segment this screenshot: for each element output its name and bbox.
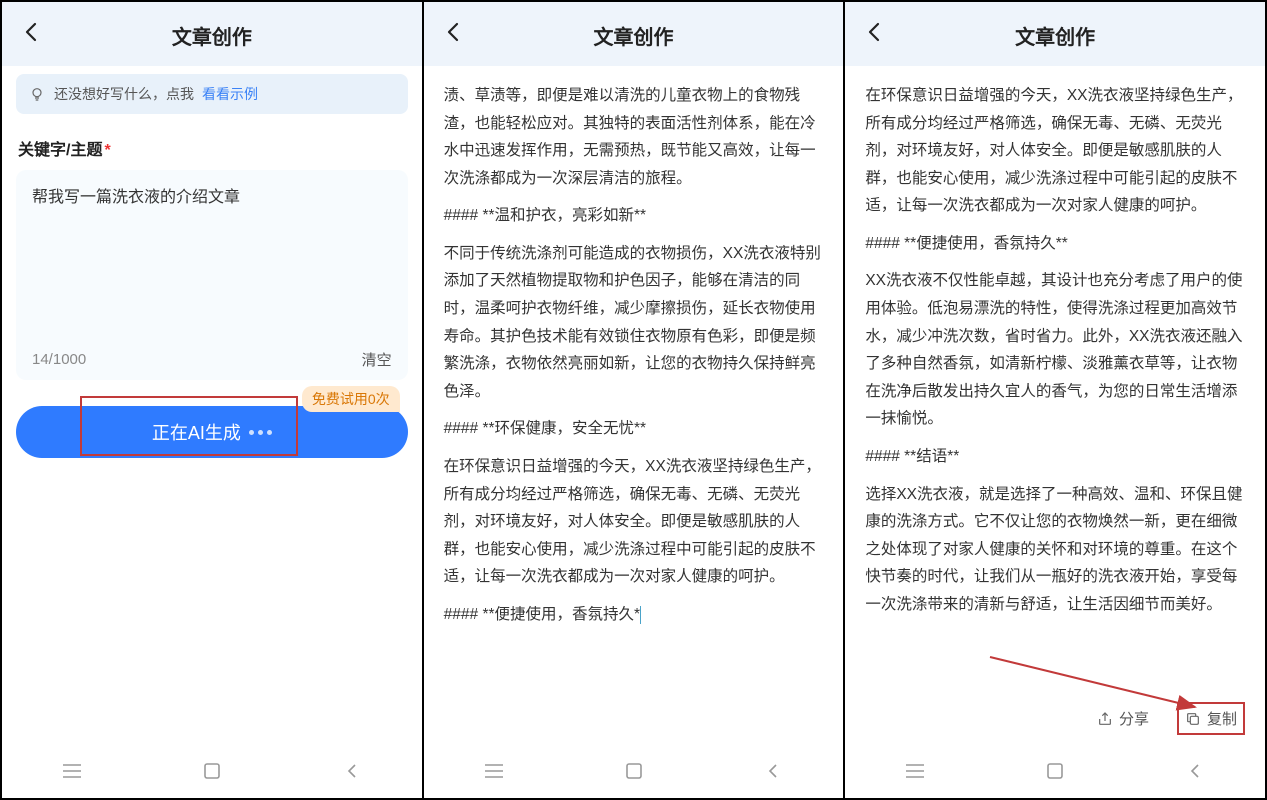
article-output[interactable]: 在环保意识日益增强的今天，XX洗衣液坚持绿色生产，所有成分均经过严格筛选，确保无… [845,66,1265,694]
chevron-left-icon [24,22,38,42]
app-header: 文章创作 [424,2,844,66]
screen-result: 文章创作 在环保意识日益增强的今天，XX洗衣液坚持绿色生产，所有成分均经过严格筛… [845,2,1265,798]
field-label: 关键字/主题* [18,136,406,160]
article-paragraph: 渍、草渍等，即便是难以清洗的儿童衣物上的食物残渣，也能轻松应对。其独特的表面活性… [444,82,824,192]
char-counter: 14/1000 [32,351,86,368]
lightbulb-icon [28,85,46,103]
copy-button[interactable]: 复制 [1177,702,1245,735]
app-header: 文章创作 [845,2,1265,66]
nav-back-icon[interactable] [341,763,363,784]
chevron-left-icon [446,22,460,42]
article-paragraph: XX洗衣液不仅性能卓越，其设计也充分考虑了用户的使用体验。低泡易漂洗的特性，使得… [865,267,1245,432]
article-paragraph: #### **便捷使用，香氛持久* [444,601,824,629]
share-button[interactable]: 分享 [1091,704,1155,733]
app-header: 文章创作 [2,2,422,66]
nav-home-icon[interactable] [1044,763,1066,784]
article-paragraph: #### **环保健康，安全无忧** [444,415,824,443]
nav-back-icon[interactable] [1184,763,1206,784]
copy-icon [1185,711,1201,727]
back-button[interactable] [442,18,464,52]
page-title: 文章创作 [42,21,382,50]
generate-button[interactable]: 正在AI生成 [16,406,408,458]
android-nav-bar [2,749,422,798]
generate-label: 正在AI生成 [152,419,241,445]
article-paragraph: 选择XX洗衣液，就是选择了一种高效、温和、环保且健康的洗涤方式。它不仅让您的衣物… [865,481,1245,619]
output-actions: 分享 复制 [845,694,1265,749]
article-paragraph: #### **结语** [865,443,1245,471]
screen-input: 文章创作 还没想好写什么，点我 看看示例 关键字/主题* 帮我写一篇洗衣液的介绍… [2,2,424,798]
hint-banner[interactable]: 还没想好写什么，点我 看看示例 [16,74,408,114]
back-button[interactable] [20,18,42,52]
android-nav-bar [845,749,1265,798]
article-paragraph: #### **便捷使用，香氛持久** [865,230,1245,258]
article-paragraph: #### **温和护衣，亮彩如新** [444,202,824,230]
article-output[interactable]: 渍、草渍等，即便是难以清洗的儿童衣物上的食物残渣，也能轻松应对。其独特的表面活性… [424,66,844,749]
generate-section: 免费试用0次 正在AI生成 [16,406,408,458]
article-paragraph: 在环保意识日益增强的今天，XX洗衣液坚持绿色生产，所有成分均经过严格筛选，确保无… [865,82,1245,220]
loading-dots-icon [249,430,272,435]
clear-button[interactable]: 清空 [362,349,392,370]
nav-menu-icon[interactable] [483,764,505,783]
article-paragraph: 在环保意识日益增强的今天，XX洗衣液坚持绿色生产，所有成分均经过严格筛选，确保无… [444,453,824,591]
android-nav-bar [424,749,844,798]
hint-text: 还没想好写什么，点我 [54,84,194,104]
page-title: 文章创作 [464,21,804,50]
keyword-value: 帮我写一篇洗衣液的介绍文章 [32,186,392,337]
text-cursor [640,606,641,624]
nav-home-icon[interactable] [623,763,645,784]
page-title: 文章创作 [885,21,1225,50]
article-paragraph: 不同于传统洗涤剂可能造成的衣物损伤，XX洗衣液特别添加了天然植物提取物和护色因子… [444,240,824,405]
nav-home-icon[interactable] [201,763,223,784]
example-link[interactable]: 看看示例 [202,84,258,104]
trial-tag: 免费试用0次 [302,386,400,412]
nav-menu-icon[interactable] [904,764,926,783]
chevron-left-icon [867,22,881,42]
back-button[interactable] [863,18,885,52]
keyword-textarea[interactable]: 帮我写一篇洗衣液的介绍文章 14/1000 清空 [16,170,408,380]
screen-generating: 文章创作 渍、草渍等，即便是难以清洗的儿童衣物上的食物残渣，也能轻松应对。其独特… [424,2,846,798]
nav-back-icon[interactable] [762,763,784,784]
nav-menu-icon[interactable] [61,764,83,783]
share-icon [1097,711,1113,727]
